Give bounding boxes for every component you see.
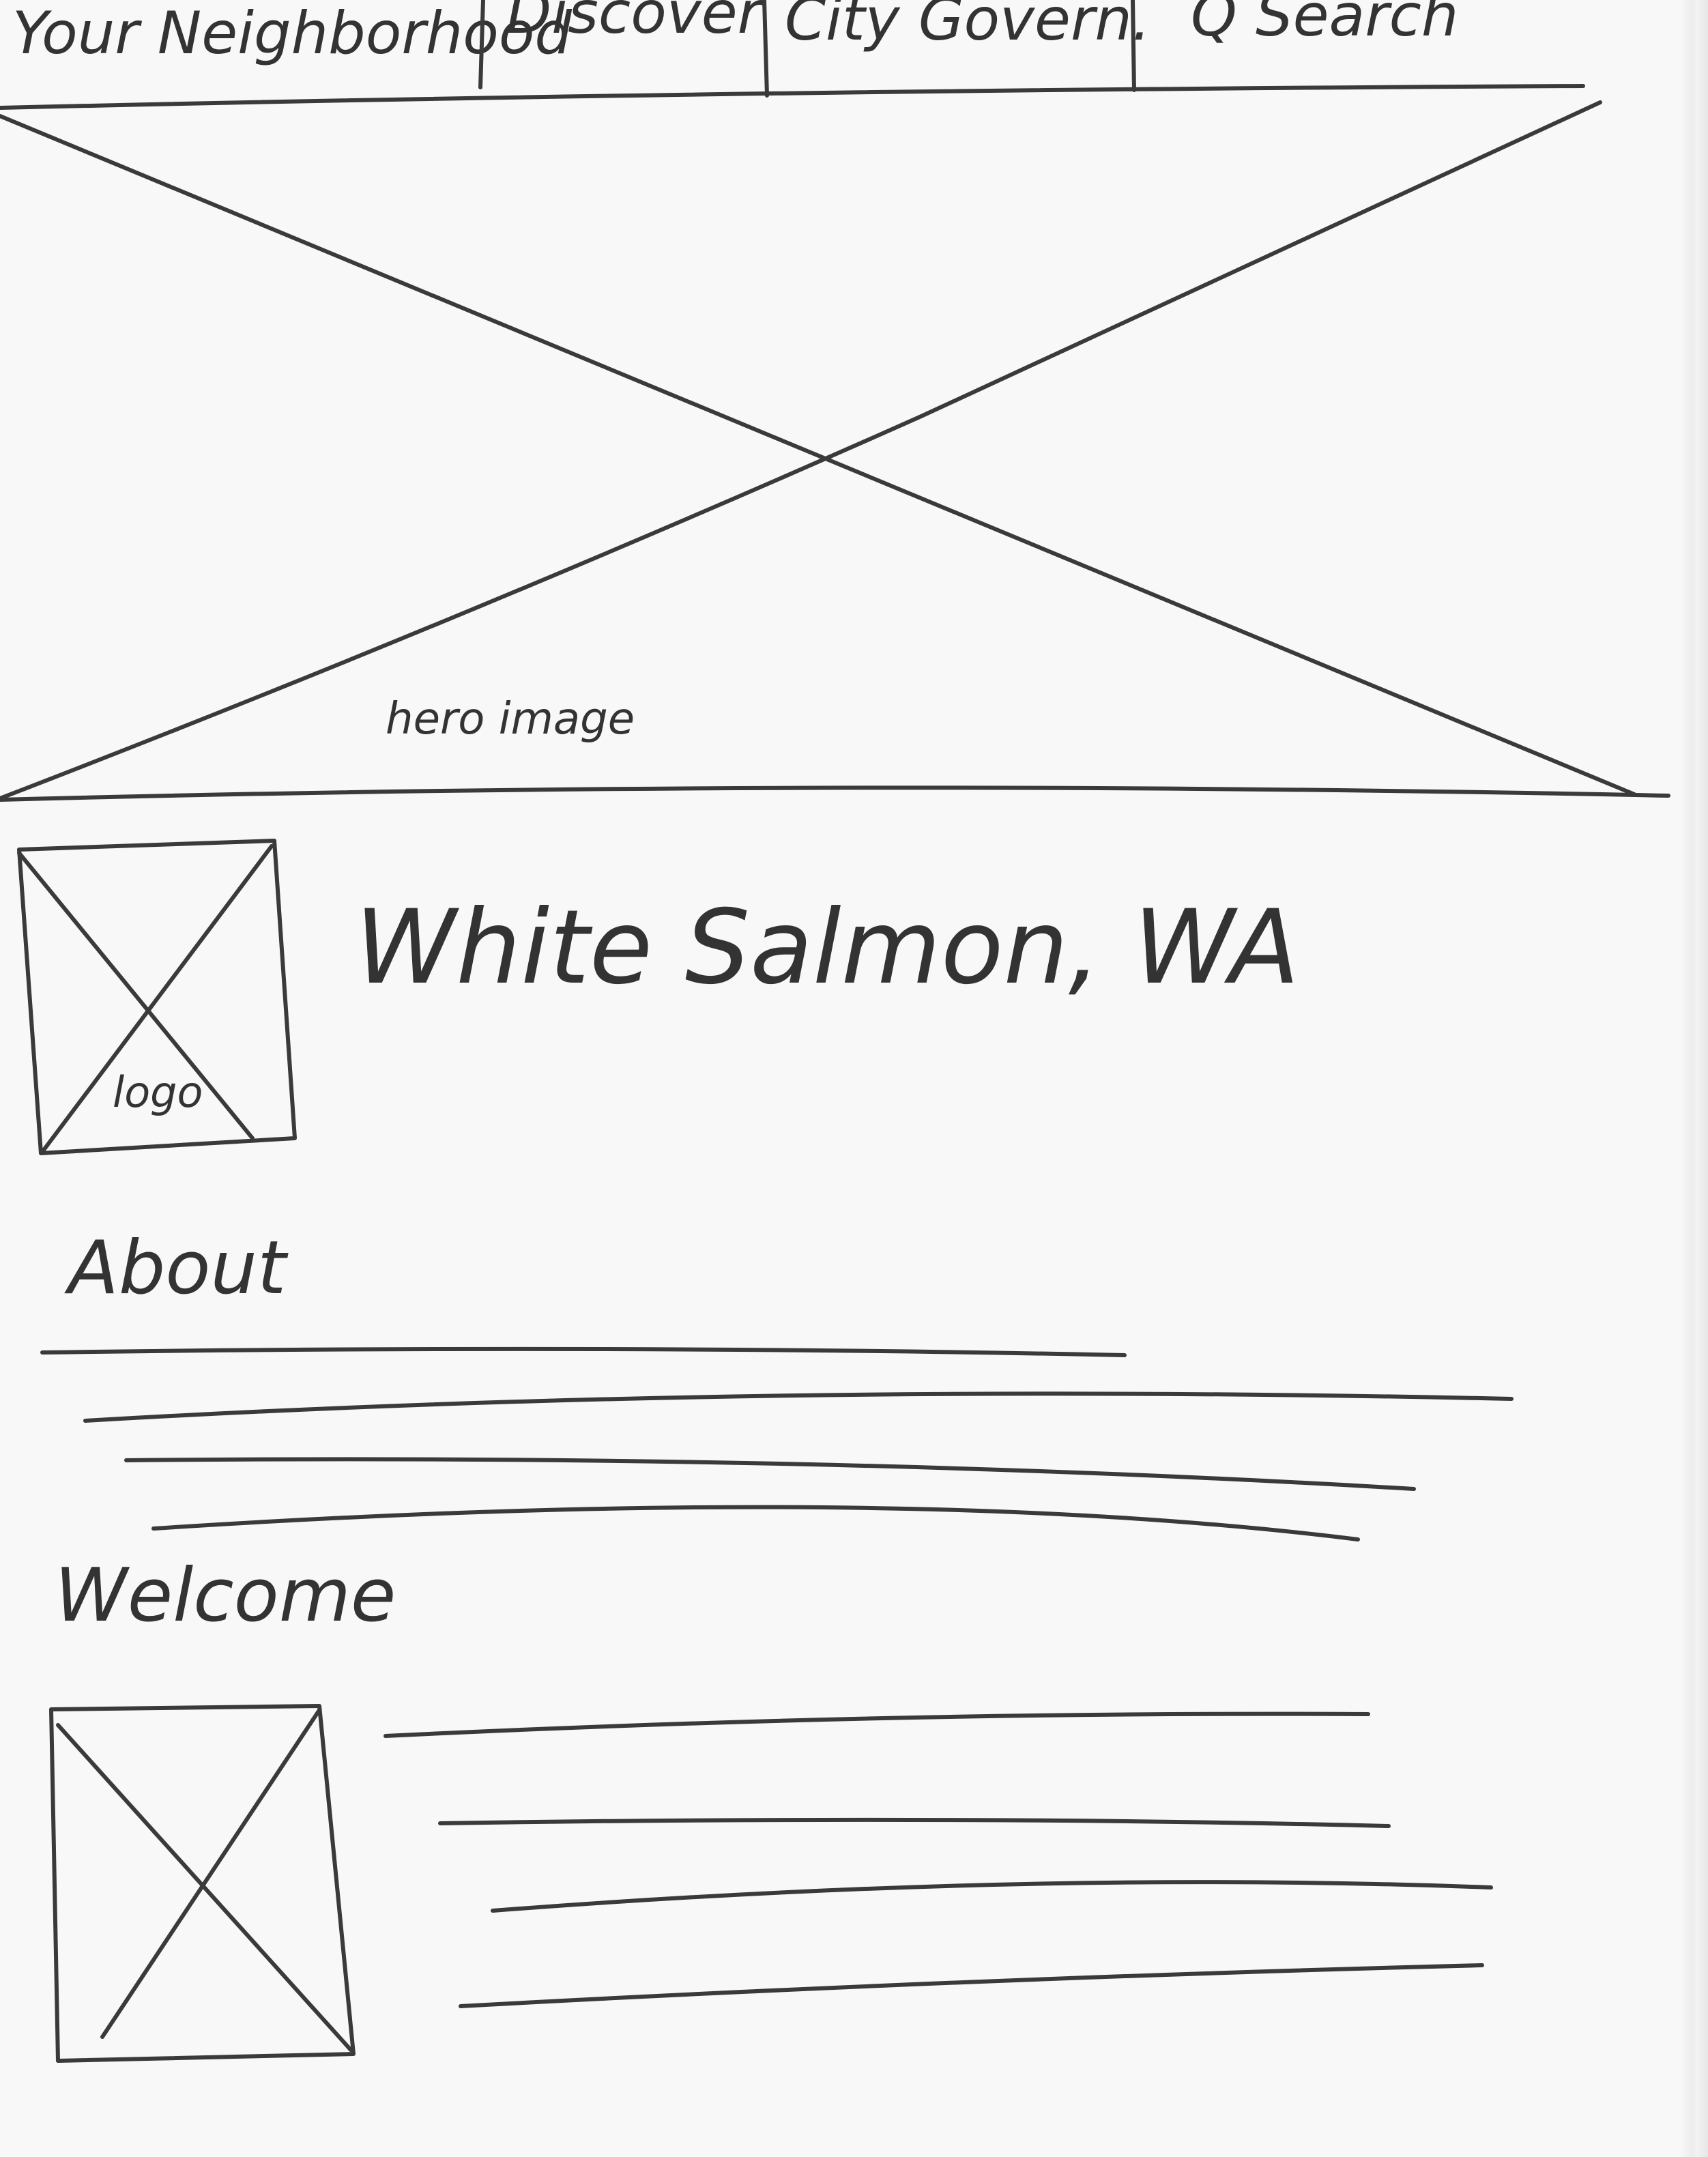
nav-divider — [1131, 0, 1136, 92]
hero-bottom-edge — [0, 785, 1670, 802]
text-line-placeholder — [459, 1963, 1484, 2008]
hero-image-placeholder: hero image — [0, 100, 1670, 802]
nav-item-your-neighborhood[interactable]: Your Neighborhood — [12, 0, 572, 68]
text-line-placeholder — [491, 1880, 1493, 1913]
logo-placeholder[interactable]: logo — [17, 839, 297, 1155]
welcome-heading: Welcome — [55, 1553, 396, 1638]
text-line-placeholder — [151, 1505, 1360, 1541]
about-text-placeholder — [40, 1346, 1514, 1541]
nav-item-city-govern[interactable]: City Govern. — [785, 0, 1150, 54]
sketch-page: Your Neighborhood Discover City Govern. … — [0, 0, 1708, 2157]
text-line-placeholder — [383, 1711, 1370, 1738]
nav-divider — [478, 0, 485, 89]
image-cross-line — [56, 1723, 353, 2052]
welcome-image-placeholder — [49, 1704, 356, 2063]
image-cross-line — [100, 1708, 321, 2039]
text-line-placeholder — [438, 1817, 1391, 1828]
hero-caption: hero image — [386, 694, 635, 744]
nav-divider — [762, 0, 769, 98]
text-line-placeholder — [83, 1391, 1514, 1423]
text-line-placeholder — [124, 1457, 1416, 1491]
text-line-placeholder — [40, 1346, 1127, 1357]
nav-item-discover[interactable]: Discover — [506, 0, 765, 47]
nav-underline — [0, 84, 1585, 110]
about-heading: About — [64, 1226, 289, 1311]
site-title: White Salmon, WA — [355, 888, 1299, 1007]
hero-cross-line — [0, 114, 1636, 796]
welcome-text-placeholder — [383, 1711, 1493, 2008]
logo-label: logo — [113, 1067, 203, 1117]
nav-bar: Your Neighborhood Discover City Govern. … — [0, 0, 1585, 110]
nav-item-search[interactable]: Q Search — [1191, 0, 1458, 50]
wireframe-sketch: Your Neighborhood Discover City Govern. … — [0, 0, 1670, 2063]
hero-cross-line — [0, 100, 1602, 800]
